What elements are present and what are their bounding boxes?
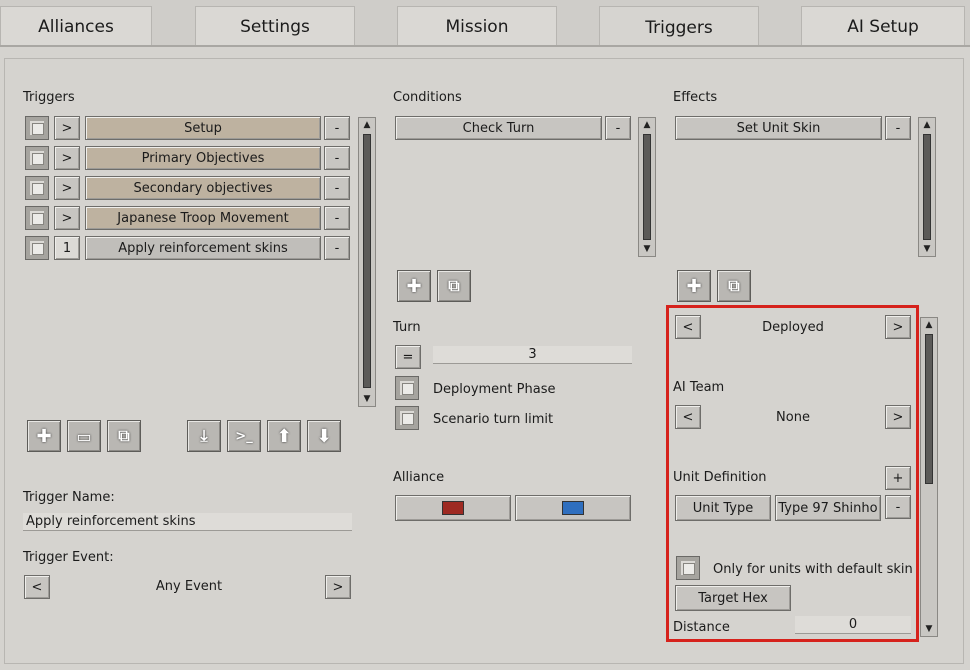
trigger-checkbox[interactable] [25, 206, 49, 230]
trigger-checkbox[interactable] [25, 116, 49, 140]
trigger-name-input[interactable]: Apply reinforcement skins [23, 513, 352, 531]
deployment-phase-checkbox[interactable] [395, 376, 419, 400]
alliance-red-swatch [442, 501, 464, 515]
scroll-thumb[interactable] [925, 334, 933, 484]
remove-button[interactable]: - [324, 146, 350, 170]
scenario-turn-limit-checkbox[interactable] [395, 406, 419, 430]
trigger-event-value: Any Event [155, 579, 223, 594]
copy-condition-icon[interactable]: ⧉ [437, 270, 471, 302]
remove-effect-button[interactable]: - [885, 116, 911, 140]
move-up-icon[interactable]: ⬆ [267, 420, 301, 452]
turn-value-input[interactable]: 3 [433, 346, 632, 364]
tab-triggers[interactable]: Triggers [599, 6, 759, 48]
scroll-up-arrow[interactable]: ▲ [922, 319, 936, 331]
triggers-heading: Triggers [23, 90, 75, 105]
event-prev-button[interactable]: < [24, 575, 50, 599]
scroll-up-arrow[interactable]: ▲ [360, 119, 374, 131]
folder-icon[interactable]: ▭ [67, 420, 101, 452]
trigger-item-primary-objectives[interactable]: Primary Objectives [85, 146, 321, 170]
tab-mission[interactable]: Mission [397, 6, 557, 46]
alliance-blue-swatch [562, 501, 584, 515]
highlight-box [666, 305, 919, 642]
console-icon[interactable]: >_ [227, 420, 261, 452]
expand-button[interactable]: > [54, 176, 80, 200]
remove-button[interactable]: - [324, 116, 350, 140]
effect-item-set-unit-skin[interactable]: Set Unit Skin [675, 116, 882, 140]
add-trigger-icon[interactable]: ✚ [27, 420, 61, 452]
scroll-down-arrow[interactable]: ▼ [640, 243, 654, 255]
turn-heading: Turn [393, 320, 421, 335]
effect-detail-scrollbar[interactable]: ▲ ▼ [920, 317, 938, 637]
import-icon[interactable]: ⤓ [187, 420, 221, 452]
conditions-scrollbar[interactable]: ▲ ▼ [638, 117, 656, 257]
expand-button[interactable]: > [54, 146, 80, 170]
trigger-item-apply-reinforcement-skins[interactable]: Apply reinforcement skins [85, 236, 321, 260]
remove-button[interactable]: - [324, 176, 350, 200]
expand-button[interactable]: > [54, 206, 80, 230]
deployment-phase-label: Deployment Phase [433, 382, 556, 397]
scroll-up-arrow[interactable]: ▲ [920, 119, 934, 131]
effects-heading: Effects [673, 90, 718, 105]
trigger-name-label: Trigger Name: [23, 490, 115, 505]
tab-settings[interactable]: Settings [195, 6, 355, 46]
tab-alliances[interactable]: Alliances [0, 6, 152, 46]
alliance-blue-button[interactable] [515, 495, 631, 521]
tab-ai-setup[interactable]: AI Setup [801, 6, 965, 46]
remove-button[interactable]: - [324, 206, 350, 230]
condition-item-check-turn[interactable]: Check Turn [395, 116, 602, 140]
remove-condition-button[interactable]: - [605, 116, 631, 140]
copy-icon[interactable]: ⧉ [107, 420, 141, 452]
add-effect-icon[interactable]: ✚ [677, 270, 711, 302]
trigger-item-setup[interactable]: Setup [85, 116, 321, 140]
event-next-button[interactable]: > [325, 575, 351, 599]
scroll-down-arrow[interactable]: ▼ [360, 393, 374, 405]
trigger-event-label: Trigger Event: [23, 550, 114, 565]
effects-scrollbar[interactable]: ▲ ▼ [918, 117, 936, 257]
scenario-turn-limit-label: Scenario turn limit [433, 412, 554, 427]
conditions-heading: Conditions [393, 90, 462, 105]
scroll-thumb[interactable] [643, 134, 651, 240]
trigger-checkbox[interactable] [25, 176, 49, 200]
trigger-checkbox[interactable] [25, 146, 49, 170]
trigger-item-japanese-troop-movement[interactable]: Japanese Troop Movement [85, 206, 321, 230]
scroll-thumb[interactable] [363, 134, 371, 388]
scroll-down-arrow[interactable]: ▼ [922, 623, 936, 635]
trigger-scrollbar[interactable]: ▲ ▼ [358, 117, 376, 407]
turn-operator-button[interactable]: = [395, 345, 421, 369]
trigger-checkbox[interactable] [25, 236, 49, 260]
alliance-heading: Alliance [393, 470, 445, 485]
scroll-up-arrow[interactable]: ▲ [640, 119, 654, 131]
expand-button[interactable]: > [54, 116, 80, 140]
copy-effect-icon[interactable]: ⧉ [717, 270, 751, 302]
move-down-icon[interactable]: ⬇ [307, 420, 341, 452]
remove-button[interactable]: - [324, 236, 350, 260]
trigger-count: 1 [54, 236, 80, 260]
add-condition-icon[interactable]: ✚ [397, 270, 431, 302]
scroll-thumb[interactable] [923, 134, 931, 240]
scroll-down-arrow[interactable]: ▼ [920, 243, 934, 255]
trigger-item-secondary-objectives[interactable]: Secondary objectives [85, 176, 321, 200]
alliance-red-button[interactable] [395, 495, 511, 521]
